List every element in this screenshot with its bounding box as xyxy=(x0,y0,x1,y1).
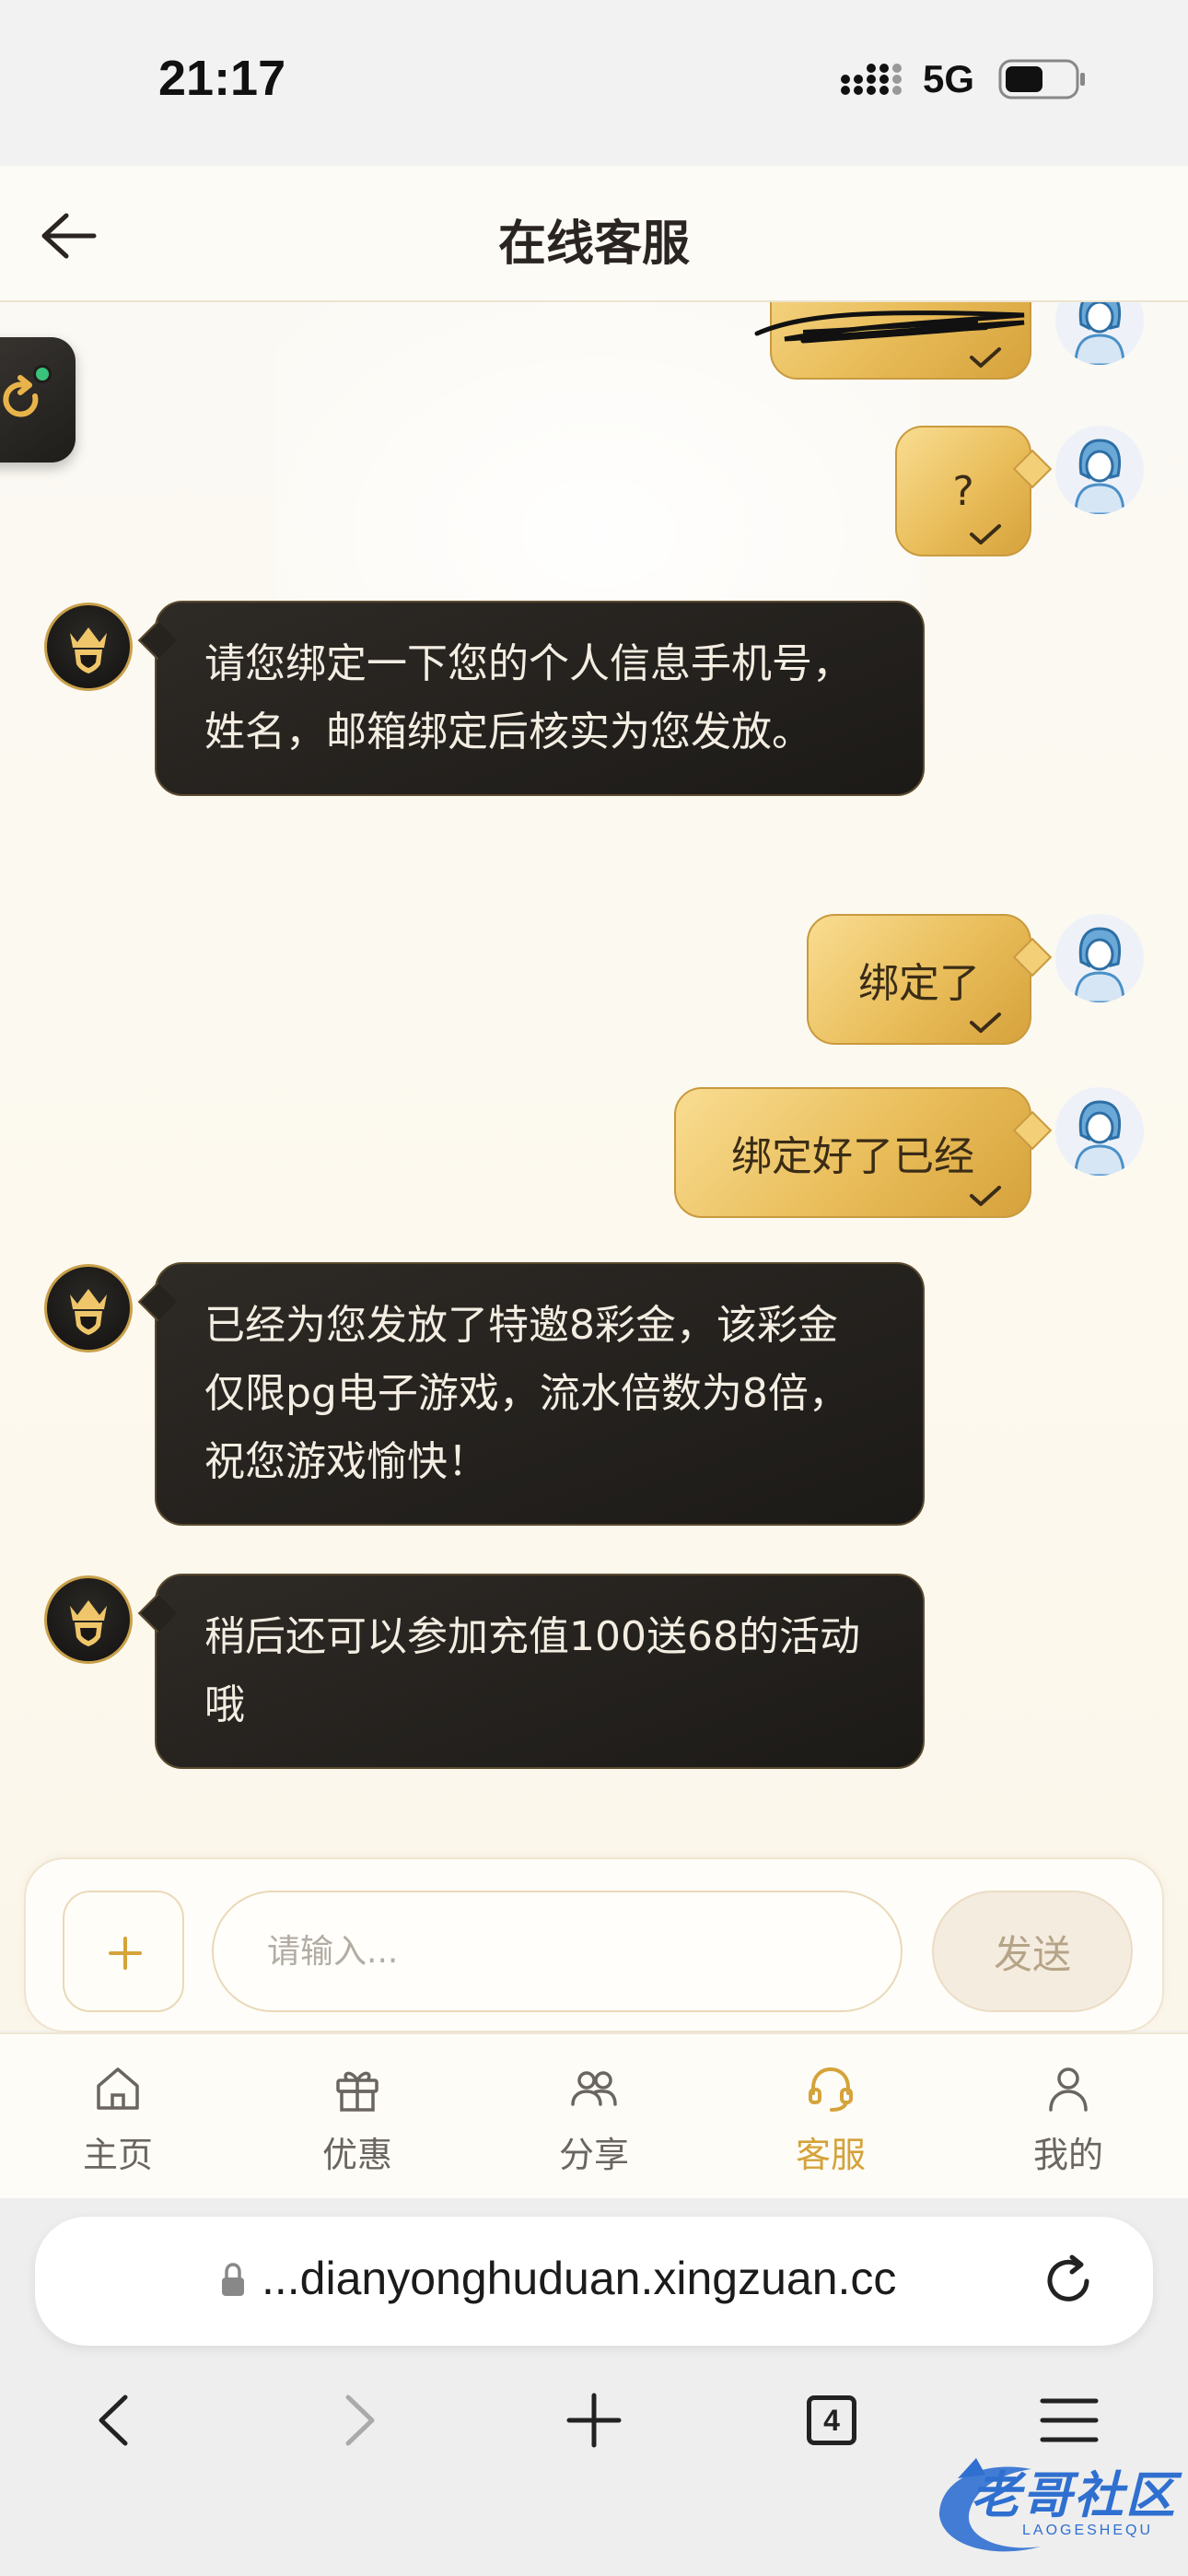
message-text: 绑定好了已经 xyxy=(731,1133,974,1180)
bubble-tail xyxy=(137,1282,178,1322)
status-time: 21:17 xyxy=(158,51,286,106)
home-icon xyxy=(97,2067,139,2110)
tab-count-button[interactable]: 4 xyxy=(807,2395,856,2445)
nav-label: 分享 xyxy=(558,2135,629,2175)
user-icon xyxy=(1049,2067,1088,2112)
nav-label: 我的 xyxy=(1032,2135,1103,2175)
chat-area[interactable]: ? 请您绑定一下您的个人信息手机号，姓名，邮箱绑定后核实为您发放。 绑定了 绑定… xyxy=(0,302,1188,2031)
user-avatar xyxy=(1055,426,1144,514)
status-bar: 21:17 5G xyxy=(0,0,1188,166)
url-text: ...dianyonghuduan.xingzuan.cc xyxy=(262,2253,897,2304)
nav-label: 主页 xyxy=(82,2135,153,2175)
lock-icon xyxy=(222,2263,244,2296)
signal-icon xyxy=(841,64,902,95)
battery-icon xyxy=(998,59,1085,100)
nav-label: 优惠 xyxy=(321,2135,392,2175)
nav-item-support[interactable]: 客服 xyxy=(748,2034,914,2200)
send-button[interactable]: 发送 xyxy=(932,1891,1133,2012)
user-avatar-icon xyxy=(1055,1087,1144,1176)
bubble-tail xyxy=(137,1593,178,1633)
message-text: 已经为您发放了特邀8彩金，该彩金仅限pg电子游戏，流水倍数为8倍，祝您游戏愉快！ xyxy=(204,1302,849,1485)
crown-shield-icon xyxy=(70,1289,107,1335)
nav-item-offers[interactable]: 优惠 xyxy=(274,2034,440,2200)
browser-back-icon[interactable] xyxy=(85,2388,149,2453)
url-bar[interactable]: ...dianyonghuduan.xingzuan.cc xyxy=(35,2217,1153,2346)
network-label: 5G xyxy=(923,57,975,100)
reload-icon[interactable] xyxy=(1041,2254,1096,2309)
read-check-icon xyxy=(970,1186,1001,1206)
user-avatar xyxy=(1055,1087,1144,1176)
message-composer: 发送 xyxy=(24,1857,1164,2032)
gift-icon xyxy=(336,2071,379,2112)
attach-button[interactable] xyxy=(63,1891,184,2012)
nav-label: 客服 xyxy=(795,2135,866,2175)
message-bubble-outgoing: ? xyxy=(895,426,1053,556)
watermark-title: 老哥社区 xyxy=(971,2466,1177,2524)
message-bubble-outgoing-redacted xyxy=(754,302,1031,380)
floating-refresh-button[interactable] xyxy=(0,337,76,463)
plus-icon xyxy=(109,1937,142,1970)
user-avatar xyxy=(1055,302,1144,365)
user-avatar-icon xyxy=(1055,302,1144,365)
page-title: 在线客服 xyxy=(497,217,690,272)
user-avatar xyxy=(1055,914,1144,1002)
bottom-nav: 主页 优惠 分享 客服 我的 xyxy=(0,2032,1188,2198)
browser-forward-icon[interactable] xyxy=(324,2388,389,2453)
new-tab-icon[interactable] xyxy=(562,2388,626,2453)
read-check-icon xyxy=(970,524,1001,544)
crown-shield-icon xyxy=(70,1600,107,1646)
message-input[interactable] xyxy=(212,1891,903,2012)
online-status-dot xyxy=(33,365,52,383)
message-bubble-incoming: 稍后还可以参加充值100送68的活动哦 xyxy=(137,1574,925,1769)
bubble-tail xyxy=(1012,1110,1053,1151)
bubble-tail xyxy=(1012,937,1053,978)
agent-avatar xyxy=(44,603,133,691)
crown-shield-icon xyxy=(70,627,107,673)
header: 在线客服 xyxy=(0,166,1188,302)
message-text: 请您绑定一下您的个人信息手机号，姓名，邮箱绑定后核实为您发放。 xyxy=(204,640,853,755)
message-text: ? xyxy=(952,467,974,515)
message-text: 绑定了 xyxy=(858,960,980,1007)
nav-item-mine[interactable]: 我的 xyxy=(985,2034,1151,2200)
user-avatar-icon xyxy=(1055,914,1144,1002)
bubble-tail xyxy=(1012,449,1053,489)
message-bubble-incoming: 请您绑定一下您的个人信息手机号，姓名，邮箱绑定后核实为您发放。 xyxy=(137,601,925,796)
read-check-icon xyxy=(970,1013,1001,1033)
user-avatar-icon xyxy=(1055,426,1144,514)
bubble-tail xyxy=(137,620,178,661)
nav-item-share[interactable]: 分享 xyxy=(511,2034,677,2200)
nav-item-home[interactable]: 主页 xyxy=(35,2034,201,2200)
message-bubble-outgoing: 绑定好了已经 xyxy=(674,1087,1053,1218)
headset-icon xyxy=(809,2067,853,2112)
message-text: 稍后还可以参加充值100送68的活动哦 xyxy=(204,1613,860,1728)
message-bubble-outgoing: 绑定了 xyxy=(807,914,1053,1045)
agent-avatar xyxy=(44,1264,133,1352)
users-icon xyxy=(571,2071,617,2106)
message-bubble-incoming: 已经为您发放了特邀8彩金，该彩金仅限pg电子游戏，流水倍数为8倍，祝您游戏愉快！ xyxy=(137,1262,925,1526)
menu-icon[interactable] xyxy=(1037,2388,1101,2453)
agent-avatar xyxy=(44,1575,133,1664)
watermark-subtitle: LAOGESHEQU xyxy=(1022,2523,1154,2538)
read-check-icon xyxy=(970,347,1001,368)
